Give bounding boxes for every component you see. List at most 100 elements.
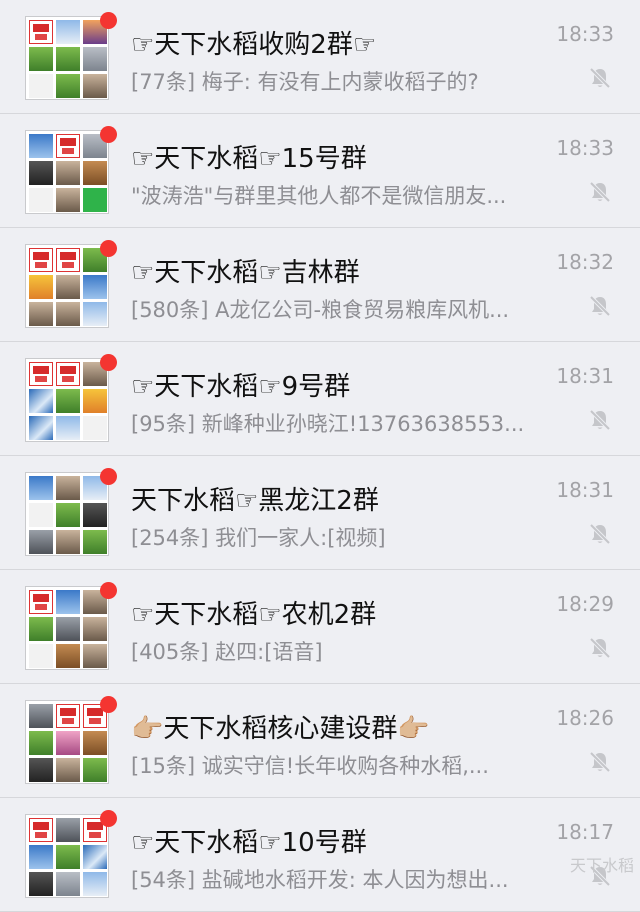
unread-dot <box>100 810 117 827</box>
chat-title: ☞天下水稻☞吉林群 <box>131 258 360 288</box>
chat-preview: [580条] A龙亿公司-粮食贸易粮库风机... <box>131 298 510 322</box>
avatar-tile <box>83 302 107 326</box>
avatar-tile <box>29 704 53 728</box>
unread-dot <box>100 582 117 599</box>
avatar-tile <box>56 530 80 554</box>
avatar-tile <box>29 731 53 755</box>
unread-dot <box>100 12 117 29</box>
avatar-tile <box>56 248 80 272</box>
avatar-tile <box>56 872 80 896</box>
mute-bell-icon <box>587 635 613 661</box>
group-avatar <box>25 700 109 784</box>
chat-time: 18:31 <box>556 478 614 502</box>
group-avatar <box>25 130 109 214</box>
avatar-tile <box>56 503 80 527</box>
avatar-tile <box>56 389 80 413</box>
avatar-tile <box>83 845 107 869</box>
chat-time: 18:32 <box>556 250 614 274</box>
chat-row[interactable]: ☞天下水稻☞10号群 [54条] 盐碱地水稻开发: 本人因为想出... 18:17 <box>0 798 640 912</box>
chat-title: ☞天下水稻收购2群☞ <box>131 30 377 60</box>
chat-title: 天下水稻☞黑龙江2群 <box>131 486 379 516</box>
chat-title: 👉🏼天下水稻核心建设群👉🏼 <box>131 714 430 744</box>
chat-title: ☞天下水稻☞10号群 <box>131 828 367 858</box>
group-avatar <box>25 472 109 556</box>
avatar-tile <box>56 134 80 158</box>
chat-preview: [15条] 诚实守信!长年收购各种水稻,... <box>131 754 489 778</box>
avatar-tile <box>56 818 80 842</box>
avatar-tile <box>29 416 53 440</box>
avatar-tile <box>56 47 80 71</box>
avatar-tile <box>29 161 53 185</box>
avatar-tile <box>29 590 53 614</box>
chat-list: ☞天下水稻收购2群☞ [77条] 梅子: 有没有上内蒙收稻子的? 18:33 ☞天下水… <box>0 0 640 912</box>
avatar-tile <box>56 362 80 386</box>
avatar-tile <box>29 758 53 782</box>
chat-time: 18:29 <box>556 592 614 616</box>
unread-dot <box>100 126 117 143</box>
chat-preview: [254条] 我们一家人:[视频] <box>131 526 386 550</box>
chat-row[interactable]: 👉🏼天下水稻核心建设群👉🏼 [15条] 诚实守信!长年收购各种水稻,... 18:2… <box>0 684 640 798</box>
avatar-tile <box>56 188 80 212</box>
avatar-tile <box>56 416 80 440</box>
avatar-tile <box>56 845 80 869</box>
chat-preview: [405条] 赵四:[语音] <box>131 640 323 664</box>
chat-row[interactable]: ☞天下水稻☞15号群 "波涛浩"与群里其他人都不是微信朋友... 18:33 <box>0 114 640 228</box>
group-avatar <box>25 814 109 898</box>
chat-row[interactable]: 天下水稻☞黑龙江2群 [254条] 我们一家人:[视频] 18:31 <box>0 456 640 570</box>
avatar-tile <box>83 275 107 299</box>
avatar-tile <box>29 47 53 71</box>
unread-dot <box>100 696 117 713</box>
avatar-tile <box>56 20 80 44</box>
group-avatar <box>25 16 109 100</box>
avatar-tile <box>29 362 53 386</box>
avatar-tile <box>29 644 53 668</box>
mute-bell-icon <box>587 65 613 91</box>
chat-row[interactable]: ☞天下水稻☞吉林群 [580条] A龙亿公司-粮食贸易粮库风机... 18:32 <box>0 228 640 342</box>
group-avatar <box>25 586 109 670</box>
chat-time: 18:33 <box>556 22 614 46</box>
chat-preview: [54条] 盐碱地水稻开发: 本人因为想出... <box>131 868 509 892</box>
mute-bell-icon <box>587 521 613 547</box>
avatar-tile <box>29 872 53 896</box>
avatar-tile <box>29 476 53 500</box>
avatar-tile <box>56 731 80 755</box>
chat-time: 18:31 <box>556 364 614 388</box>
avatar-tile <box>83 503 107 527</box>
unread-dot <box>100 354 117 371</box>
chat-time: 18:17 <box>556 820 614 844</box>
avatar-tile <box>83 416 107 440</box>
avatar-tile <box>29 617 53 641</box>
avatar-tile <box>56 758 80 782</box>
avatar-tile <box>29 503 53 527</box>
avatar-tile <box>83 872 107 896</box>
avatar-tile <box>29 530 53 554</box>
avatar-tile <box>29 248 53 272</box>
avatar-tile <box>29 818 53 842</box>
avatar-tile <box>56 476 80 500</box>
mute-bell-icon <box>587 293 613 319</box>
chat-time: 18:33 <box>556 136 614 160</box>
group-avatar <box>25 244 109 328</box>
avatar-tile <box>83 617 107 641</box>
chat-row[interactable]: ☞天下水稻☞农机2群 [405条] 赵四:[语音] 18:29 <box>0 570 640 684</box>
mute-bell-icon <box>587 407 613 433</box>
chat-row[interactable]: ☞天下水稻收购2群☞ [77条] 梅子: 有没有上内蒙收稻子的? 18:33 <box>0 0 640 114</box>
avatar-tile <box>83 188 107 212</box>
avatar-tile <box>56 590 80 614</box>
chat-preview: [95条] 新峰种业孙晓江!13763638553... <box>131 412 525 436</box>
chat-row[interactable]: ☞天下水稻☞9号群 [95条] 新峰种业孙晓江!13763638553... 18:… <box>0 342 640 456</box>
avatar-tile <box>83 389 107 413</box>
avatar-tile <box>56 74 80 98</box>
avatar-tile <box>83 758 107 782</box>
avatar-tile <box>29 302 53 326</box>
avatar-tile <box>56 161 80 185</box>
chat-title: ☞天下水稻☞农机2群 <box>131 600 377 630</box>
avatar-tile <box>83 47 107 71</box>
avatar-tile <box>29 188 53 212</box>
avatar-tile <box>29 74 53 98</box>
avatar-tile <box>56 644 80 668</box>
avatar-tile <box>56 704 80 728</box>
chat-time: 18:26 <box>556 706 614 730</box>
mute-bell-icon <box>587 179 613 205</box>
avatar-tile <box>83 74 107 98</box>
